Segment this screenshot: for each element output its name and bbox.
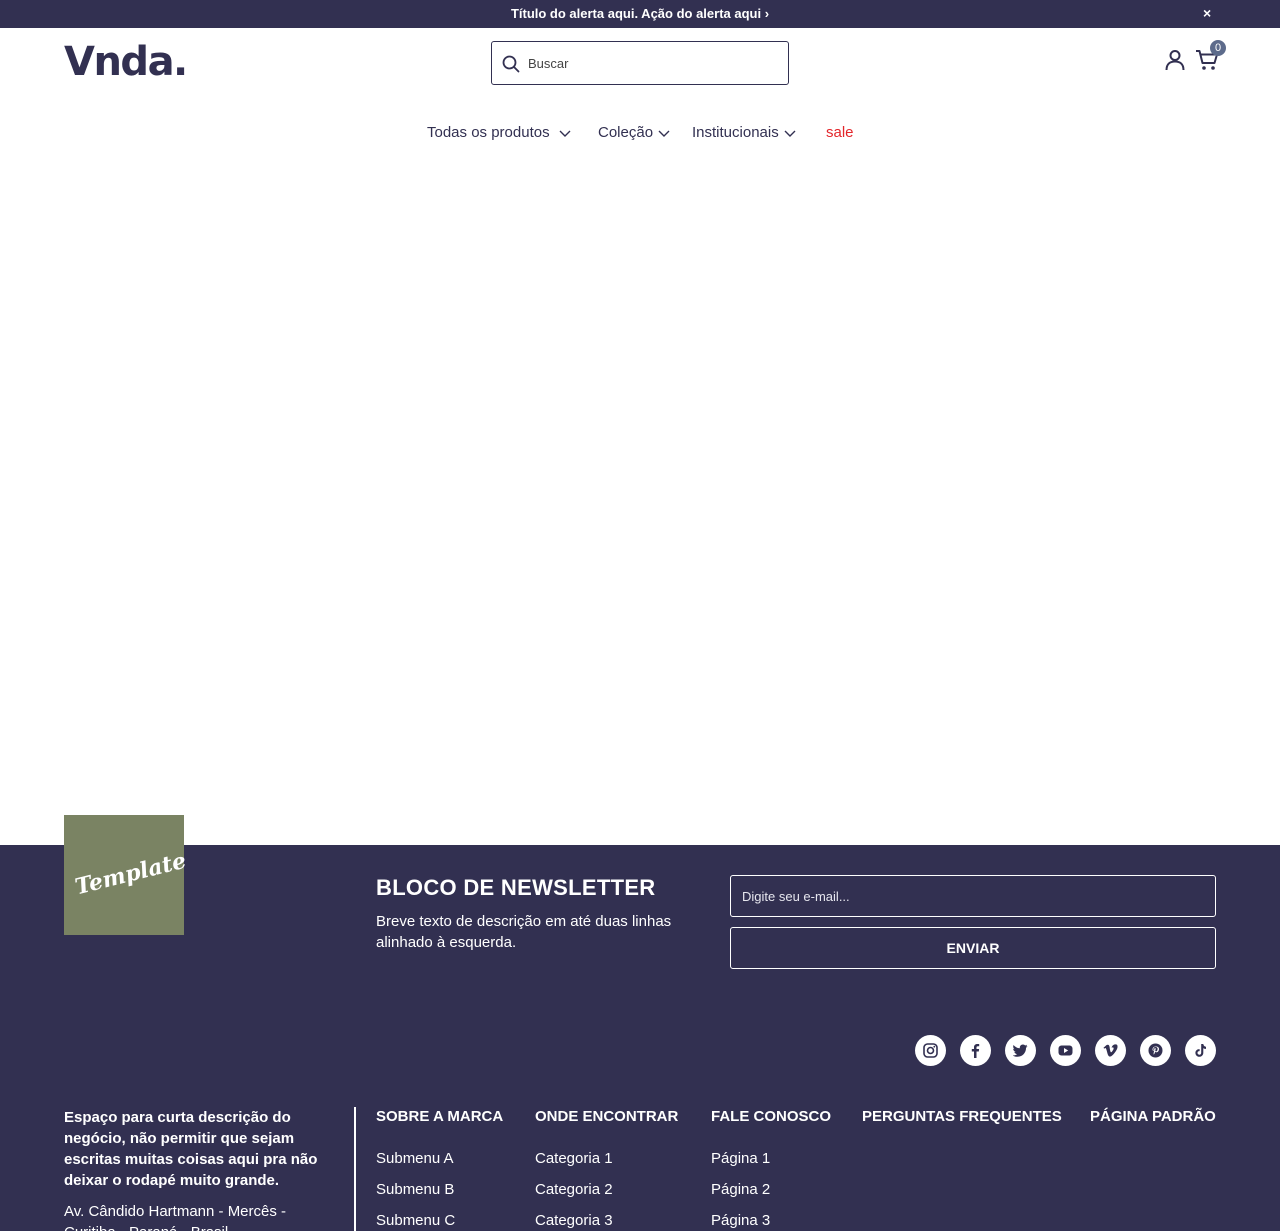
main-nav: Todas os produtos Coleção Institucionais… — [0, 124, 1280, 146]
footer-col-title-default-page[interactable]: PÁGINA PADRÃO — [1090, 1108, 1216, 1125]
footer-col-title-contact[interactable]: FALE CONOSCO — [711, 1108, 831, 1125]
nav-item-label: Coleção — [598, 124, 654, 141]
nav-item-institutional[interactable]: Institucionais — [692, 124, 797, 141]
pinterest-icon — [1148, 1043, 1163, 1058]
business-address: Av. Cândido Hartmann - Mercês - Curitiba… — [64, 1203, 287, 1231]
footer-divider — [354, 1107, 356, 1231]
instagram-button[interactable] — [915, 1035, 946, 1066]
newsletter-title: BLOCO DE NEWSLETTER — [376, 875, 656, 900]
nav-item-label: Todas os produtos — [427, 124, 550, 141]
template-logo[interactable]: Template — [64, 815, 189, 935]
facebook-icon — [971, 1044, 980, 1058]
tiktok-button[interactable] — [1185, 1035, 1216, 1066]
search-box — [491, 41, 789, 85]
footer-link[interactable]: Página 2 — [711, 1181, 770, 1198]
tiktok-icon — [1195, 1044, 1206, 1057]
footer-link[interactable]: Página 1 — [711, 1150, 770, 1167]
footer-link[interactable]: Categoria 2 — [535, 1181, 613, 1198]
vimeo-icon — [1103, 1044, 1118, 1057]
footer-col-title-faq[interactable]: PERGUNTAS FREQUENTES — [862, 1108, 1062, 1125]
business-description: Espaço para curta descrição do negócio, … — [64, 1109, 318, 1189]
footer-link[interactable]: Submenu C — [376, 1212, 455, 1229]
instagram-icon — [923, 1043, 938, 1058]
user-icon[interactable] — [1164, 49, 1186, 71]
cart-count-badge: 0 — [1210, 40, 1226, 56]
alert-bar: Título do alerta aqui. Ação do alerta aq… — [0, 0, 1280, 28]
nav-item-collection[interactable]: Coleção — [598, 124, 671, 141]
footer-link[interactable]: Categoria 1 — [535, 1150, 613, 1167]
logo[interactable]: Vnda. — [64, 39, 188, 85]
youtube-icon — [1058, 1045, 1073, 1056]
chevron-down-icon — [784, 130, 796, 138]
footer-col-title-about[interactable]: SOBRE A MARCA — [376, 1108, 503, 1125]
newsletter-submit-button[interactable]: ENVIAR — [730, 927, 1216, 969]
vimeo-button[interactable] — [1095, 1035, 1126, 1066]
newsletter-email-input[interactable] — [730, 875, 1216, 917]
facebook-button[interactable] — [960, 1035, 991, 1066]
footer-link[interactable]: Categoria 3 — [535, 1212, 613, 1229]
twitter-button[interactable] — [1005, 1035, 1036, 1066]
footer-col-title-where[interactable]: ONDE ENCONTRAR — [535, 1108, 678, 1125]
footer-link[interactable]: Submenu B — [376, 1181, 454, 1198]
search-input[interactable] — [528, 50, 778, 76]
youtube-button[interactable] — [1050, 1035, 1081, 1066]
nav-item-sale[interactable]: sale — [826, 124, 854, 141]
alert-text[interactable]: Título do alerta aqui. Ação do alerta aq… — [0, 6, 1280, 21]
chevron-down-icon — [658, 130, 670, 138]
nav-item-all-products[interactable]: Todas os produtos — [427, 124, 572, 141]
twitter-icon — [1013, 1044, 1028, 1057]
newsletter-description: Breve texto de descrição em até duas lin… — [376, 913, 672, 951]
alert-close-button[interactable]: × — [1203, 5, 1211, 21]
footer-link[interactable]: Página 3 — [711, 1212, 770, 1229]
search-icon[interactable] — [502, 55, 520, 73]
nav-item-label: Institucionais — [692, 124, 779, 141]
pinterest-button[interactable] — [1140, 1035, 1171, 1066]
template-logo-text: Template — [72, 847, 189, 901]
footer-link[interactable]: Submenu A — [376, 1150, 454, 1167]
chevron-down-icon — [559, 130, 571, 138]
